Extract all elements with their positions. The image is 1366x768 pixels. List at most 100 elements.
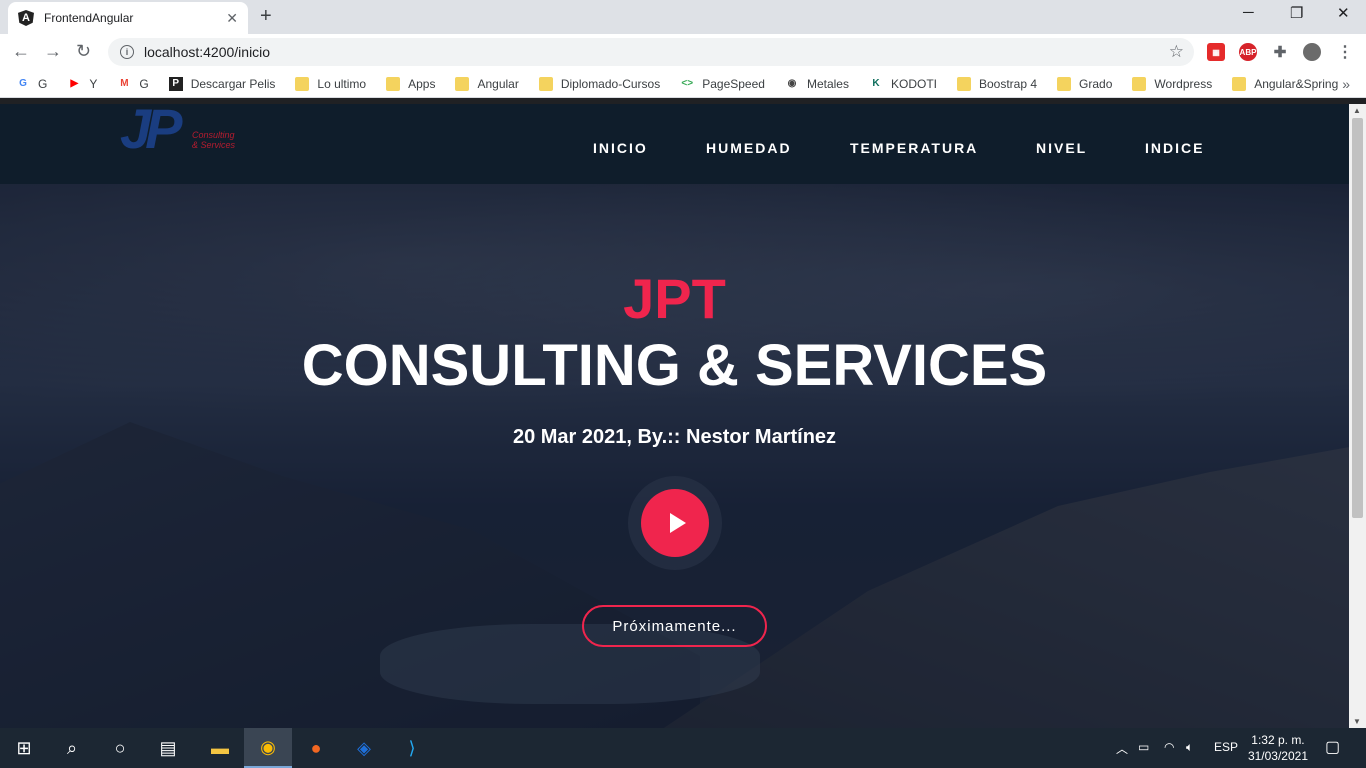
maximize-icon[interactable]: ❐ <box>1290 4 1303 22</box>
bookmark-item[interactable]: K KODOTI <box>869 77 937 91</box>
nav-temperatura[interactable]: TEMPERATURA <box>850 140 978 156</box>
profile-avatar[interactable] <box>1303 43 1321 61</box>
wifi-icon[interactable]: ◠ <box>1164 740 1174 754</box>
bookmark-item[interactable]: Wordpress <box>1132 76 1213 91</box>
folder-icon <box>1057 76 1072 91</box>
gmail-icon: M <box>120 78 129 89</box>
hero-date: 20 Mar 2021, By.:: Nestor Martínez <box>512 426 837 448</box>
new-tab-button[interactable]: + <box>260 5 272 28</box>
globe-icon: ◉ <box>787 78 797 89</box>
bookmark-label: Grado <box>1079 76 1113 91</box>
scroll-thumb[interactable] <box>1352 118 1363 518</box>
bookmark-label: KODOTI <box>890 76 937 91</box>
logo-sub-2: & Services <box>192 140 236 150</box>
file-explorer-icon[interactable]: ▬ <box>196 728 244 768</box>
bookmark-item[interactable]: MG <box>117 76 149 91</box>
site-logo[interactable]: JP Consulting & Services <box>120 104 240 174</box>
language-indicator[interactable]: ESP <box>1214 740 1238 754</box>
bookmark-label: Lo ultimo <box>317 76 367 91</box>
page-viewport: JP Consulting & Services INICIO HUMEDAD … <box>0 104 1349 728</box>
close-window-icon[interactable]: ✕ <box>1337 4 1350 22</box>
back-icon[interactable]: ← <box>12 41 30 62</box>
close-tab-icon[interactable]: ✕ <box>226 10 238 27</box>
minimize-icon[interactable]: ─ <box>1243 4 1254 21</box>
kodoti-icon: K <box>872 78 880 89</box>
battery-icon[interactable]: ▭ <box>1138 740 1149 754</box>
bookmarks-bar: G G ▶ Y M G P Descargar Pelis Lo ultimo Apps Angul… <box>0 70 1366 98</box>
extensions-puzzle-icon[interactable]: ✚ <box>1271 43 1289 61</box>
site-header: JP Consulting & Services INICIO HUMEDAD … <box>0 104 1349 184</box>
bookmark-item[interactable]: <> PageSpeed <box>680 77 765 91</box>
folder-icon <box>1132 76 1147 91</box>
bookmark-item[interactable]: P Descargar Pelis <box>168 76 276 91</box>
folder-icon <box>455 76 470 91</box>
p-icon: P <box>168 76 183 91</box>
nav-nivel[interactable]: NIVEL <box>1036 140 1087 156</box>
bookmark-item[interactable]: Angular <box>455 76 519 91</box>
folder-icon <box>295 76 310 91</box>
page-scrollbar[interactable]: ▲ ▼ <box>1349 104 1366 728</box>
pagespeed-icon: <> <box>681 78 694 89</box>
extension-red-icon[interactable]: ▦ <box>1207 43 1225 61</box>
bookmark-label: Diplomado-Cursos <box>560 76 661 91</box>
task-view-icon[interactable]: ▤ <box>144 728 192 768</box>
bookmark-label: Descargar Pelis <box>190 76 276 91</box>
search-icon[interactable]: ⌕ <box>48 728 96 768</box>
reload-icon[interactable]: ↻ <box>76 41 91 62</box>
tab-title: FrontendAngular <box>44 11 134 25</box>
coming-soon-button[interactable]: Próximamente... <box>582 605 767 647</box>
bookmarks-more-icon[interactable]: » <box>1342 76 1350 92</box>
bookmark-item[interactable]: Lo ultimo <box>295 76 367 91</box>
bookmark-item[interactable]: Grado <box>1057 76 1113 91</box>
play-button[interactable] <box>641 489 709 557</box>
url-text[interactable]: localhost:4200/inicio <box>144 44 270 60</box>
chrome-icon[interactable]: ◉ <box>244 728 292 768</box>
bookmark-item[interactable]: GG <box>16 77 47 91</box>
windows-start-icon[interactable]: ⊞ <box>0 728 48 768</box>
bookmark-item[interactable]: ◉ Metales <box>785 77 849 91</box>
bookmark-label: Angular&Spring <box>1254 76 1339 91</box>
youtube-icon: ▶ <box>70 78 79 89</box>
scroll-up-icon[interactable]: ▲ <box>1353 106 1361 115</box>
logo-mark: JP <box>120 104 182 160</box>
bookmark-label: G <box>139 76 149 91</box>
browser-tab[interactable]: A FrontendAngular ✕ <box>8 2 248 34</box>
address-bar[interactable]: i localhost:4200/inicio ☆ <box>108 38 1194 66</box>
bookmark-item[interactable]: Diplomado-Cursos <box>538 76 661 91</box>
play-icon <box>669 513 686 533</box>
volume-icon[interactable]: 🔈︎ <box>1186 740 1193 755</box>
info-icon[interactable]: i <box>120 45 134 59</box>
adblock-icon[interactable]: ABP <box>1239 43 1257 61</box>
google-icon: G <box>19 78 27 89</box>
folder-icon <box>538 76 553 91</box>
bookmark-label: Apps <box>408 76 436 91</box>
bookmark-item[interactable]: Apps <box>386 76 436 91</box>
bookmark-label: Wordpress <box>1154 76 1213 91</box>
bookmark-label: G <box>38 76 48 91</box>
bookmark-item[interactable]: Boostrap 4 <box>957 76 1037 91</box>
logo-sub-1: Consulting <box>192 130 235 140</box>
bookmark-star-icon[interactable]: ☆ <box>1169 42 1184 62</box>
nav-indice[interactable]: INDICE <box>1145 140 1204 156</box>
forward-icon[interactable]: → <box>44 41 62 62</box>
maps-icon[interactable]: ◈ <box>340 728 388 768</box>
cortana-icon[interactable]: ○ <box>96 728 144 768</box>
hero-brand: JPT <box>623 267 726 330</box>
nav-humedad[interactable]: HUMEDAD <box>706 140 792 156</box>
system-clock[interactable]: 1:32 p. m. 31/03/2021 <box>1248 732 1308 764</box>
bookmark-item[interactable]: Angular&Spring <box>1232 76 1339 91</box>
scroll-down-icon[interactable]: ▼ <box>1353 717 1361 726</box>
notifications-icon[interactable]: ▢ <box>1325 737 1340 757</box>
folder-icon <box>386 76 401 91</box>
menu-dots-icon[interactable]: ⋮ <box>1336 43 1354 61</box>
nav-inicio[interactable]: INICIO <box>593 140 648 156</box>
hero-title: CONSULTING & SERVICES <box>301 333 1048 398</box>
bookmark-label: PageSpeed <box>702 76 765 91</box>
vscode-icon[interactable]: ⟩ <box>388 728 436 768</box>
tray-chevron-icon[interactable]: ︿ <box>1116 740 1128 757</box>
logo-subtitle: Consulting & Services <box>192 130 235 150</box>
bookmark-item[interactable]: ▶ Y <box>67 77 97 91</box>
folder-icon <box>957 76 971 91</box>
bookmark-label: Metales <box>806 76 849 91</box>
postman-icon[interactable]: ● <box>292 728 340 768</box>
